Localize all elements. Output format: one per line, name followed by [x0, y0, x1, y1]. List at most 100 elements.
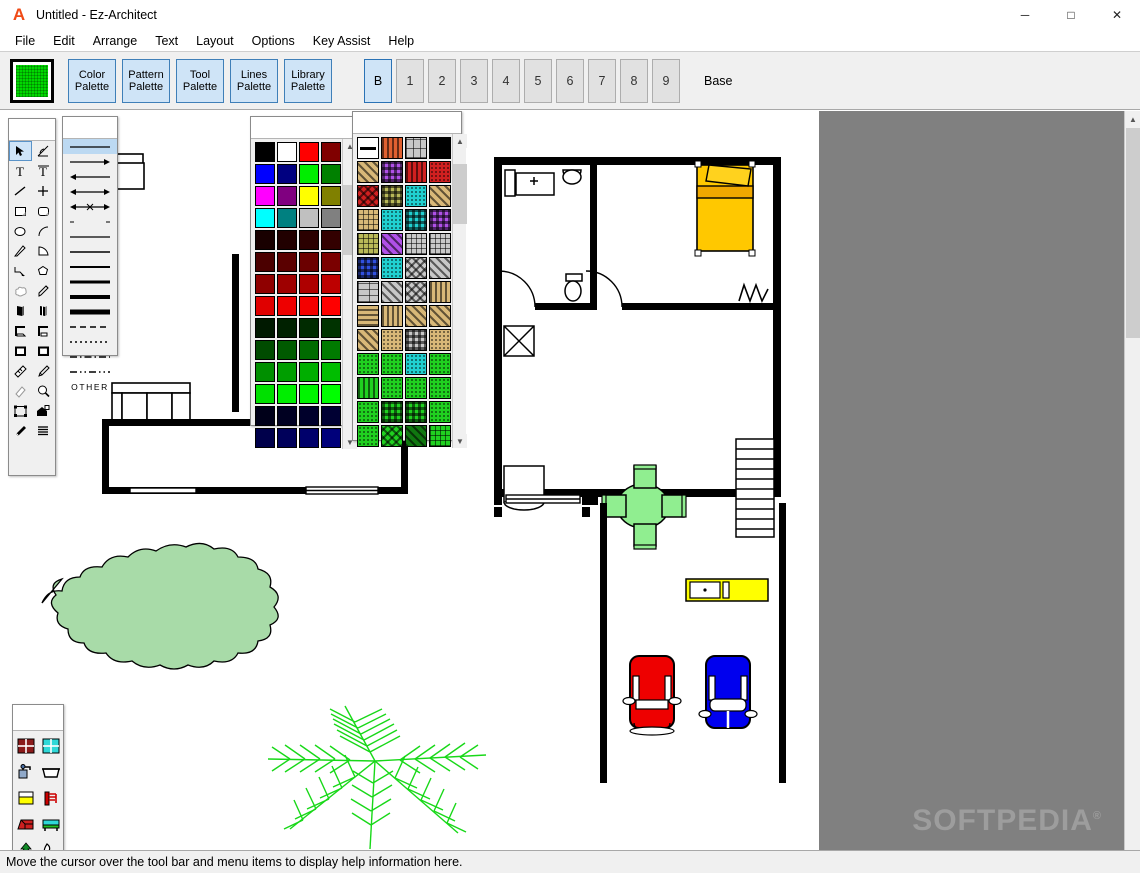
- pattern-palette[interactable]: ▲ ▼: [352, 111, 467, 448]
- pattern-swatch[interactable]: [357, 209, 379, 231]
- menu-key-assist[interactable]: Key Assist: [304, 32, 380, 50]
- pattern-swatch[interactable]: [405, 305, 427, 327]
- ellipse-tool[interactable]: [9, 221, 32, 241]
- color-swatch[interactable]: [277, 318, 297, 338]
- color-palette-titlebar[interactable]: [251, 117, 354, 139]
- library-palette-titlebar[interactable]: [13, 705, 63, 731]
- pattern-swatch[interactable]: [381, 257, 403, 279]
- color-swatch[interactable]: [255, 362, 275, 382]
- color-swatch[interactable]: [299, 164, 319, 184]
- color-swatch[interactable]: [277, 362, 297, 382]
- color-swatch[interactable]: [299, 142, 319, 162]
- pattern-swatch[interactable]: [357, 401, 379, 423]
- color-swatch[interactable]: [321, 384, 341, 404]
- pattern-swatch[interactable]: [381, 401, 403, 423]
- rounded-rectangle-tool[interactable]: [32, 201, 55, 221]
- line-style-solid-4[interactable]: [63, 274, 117, 289]
- pattern-swatch[interactable]: [429, 425, 451, 447]
- color-swatch[interactable]: [299, 384, 319, 404]
- zoom-tool[interactable]: [32, 381, 55, 401]
- color-swatch[interactable]: [299, 274, 319, 294]
- pattern-swatch[interactable]: [429, 233, 451, 255]
- color-swatch[interactable]: [277, 428, 297, 448]
- library-palette-button[interactable]: Library Palette: [284, 58, 332, 103]
- lines-palette-button[interactable]: Lines Palette: [230, 58, 278, 103]
- color-swatch[interactable]: [255, 340, 275, 360]
- layer-button-5[interactable]: 5: [524, 58, 552, 103]
- color-swatch[interactable]: [321, 428, 341, 448]
- pattern-swatch[interactable]: [429, 161, 451, 183]
- window-red-icon[interactable]: [13, 733, 38, 759]
- color-swatch[interactable]: [277, 340, 297, 360]
- color-swatch[interactable]: [299, 296, 319, 316]
- color-swatch[interactable]: [299, 362, 319, 382]
- pattern-swatch[interactable]: [405, 257, 427, 279]
- pattern-swatch[interactable]: [429, 185, 451, 207]
- color-swatch[interactable]: [255, 428, 275, 448]
- layer-button-3[interactable]: 3: [460, 58, 488, 103]
- pattern-swatch[interactable]: [405, 185, 427, 207]
- pattern-swatch[interactable]: [405, 401, 427, 423]
- eyedropper-tool[interactable]: [9, 421, 32, 441]
- pattern-swatch[interactable]: [357, 257, 379, 279]
- menu-text[interactable]: Text: [146, 32, 187, 50]
- color-swatch[interactable]: [255, 142, 275, 162]
- pattern-swatch[interactable]: [357, 161, 379, 183]
- color-swatch[interactable]: [299, 406, 319, 426]
- pattern-scroll-down-arrow[interactable]: ▼: [453, 434, 467, 448]
- pattern-swatch[interactable]: [405, 233, 427, 255]
- pattern-swatch[interactable]: [429, 353, 451, 375]
- pattern-swatch[interactable]: [381, 161, 403, 183]
- vertical-scrollbar[interactable]: ▲: [1124, 111, 1140, 850]
- pattern-swatch[interactable]: [429, 305, 451, 327]
- pattern-swatch[interactable]: [357, 305, 379, 327]
- line-style-solid-1[interactable]: [63, 229, 117, 244]
- pattern-swatch[interactable]: [357, 377, 379, 399]
- scroll-up-arrow[interactable]: ▲: [1125, 111, 1140, 127]
- cabinet-icon[interactable]: [13, 785, 38, 811]
- pattern-swatch[interactable]: [429, 281, 451, 303]
- quarter-arc-tool[interactable]: [32, 241, 55, 261]
- close-button[interactable]: ✕: [1094, 0, 1140, 30]
- color-swatch[interactable]: [321, 142, 341, 162]
- pattern-swatch[interactable]: [357, 185, 379, 207]
- color-swatch[interactable]: [255, 318, 275, 338]
- color-swatch[interactable]: [277, 296, 297, 316]
- pattern-swatch[interactable]: [405, 329, 427, 351]
- pattern-swatch[interactable]: [357, 233, 379, 255]
- pattern-swatch[interactable]: [357, 137, 379, 159]
- color-swatch[interactable]: [255, 252, 275, 272]
- current-fill-swatch[interactable]: [10, 58, 54, 103]
- color-swatch[interactable]: [299, 252, 319, 272]
- tool-palette-button[interactable]: Tool Palette: [176, 58, 224, 103]
- frame-2-tool[interactable]: [32, 341, 55, 361]
- color-swatch[interactable]: [299, 186, 319, 206]
- text-tool[interactable]: T: [9, 161, 32, 181]
- line-style-solid-thin[interactable]: [63, 139, 117, 154]
- layer-button-2[interactable]: 2: [428, 58, 456, 103]
- sofa-green-icon[interactable]: [38, 811, 63, 837]
- select-all-tool[interactable]: [9, 401, 32, 421]
- pattern-swatch[interactable]: [381, 377, 403, 399]
- layers-tool[interactable]: [32, 421, 55, 441]
- rectangle-tool[interactable]: [9, 201, 32, 221]
- color-swatch[interactable]: [255, 230, 275, 250]
- text-frame-tool[interactable]: T: [32, 161, 55, 181]
- color-swatch[interactable]: [321, 208, 341, 228]
- wall-tool[interactable]: [9, 301, 32, 321]
- freehand-tool[interactable]: [9, 281, 32, 301]
- layer-button-7[interactable]: 7: [588, 58, 616, 103]
- sink-icon[interactable]: [38, 837, 63, 850]
- layer-button-6[interactable]: 6: [556, 58, 584, 103]
- color-swatch[interactable]: [321, 340, 341, 360]
- color-swatch[interactable]: [321, 406, 341, 426]
- double-wall-tool[interactable]: [32, 301, 55, 321]
- corner-wall-tool[interactable]: [9, 321, 32, 341]
- color-swatch[interactable]: [277, 164, 297, 184]
- color-swatch[interactable]: [255, 296, 275, 316]
- color-swatch[interactable]: [321, 318, 341, 338]
- pattern-swatch[interactable]: [381, 305, 403, 327]
- layer-button-8[interactable]: 8: [620, 58, 648, 103]
- pattern-swatch[interactable]: [429, 209, 451, 231]
- pattern-swatch[interactable]: [381, 353, 403, 375]
